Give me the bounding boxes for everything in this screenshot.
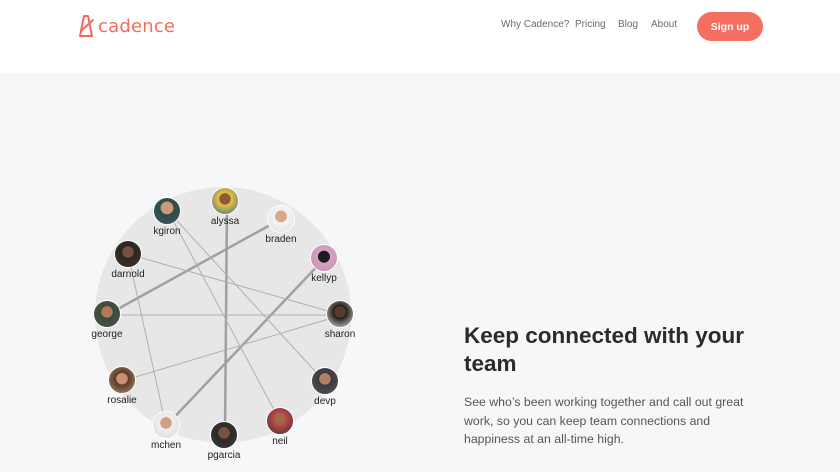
member-node[interactable]: pgarcia	[194, 421, 254, 462]
member-username: mchen	[150, 440, 181, 451]
member-username: george	[91, 329, 123, 340]
member-node[interactable]: neil	[250, 407, 310, 448]
member-node[interactable]: alyssa	[195, 187, 255, 228]
site-header: cadence Why Cadence? Pricing Blog About …	[0, 0, 840, 73]
member-node[interactable]: darnold	[98, 240, 158, 281]
avatar	[311, 367, 339, 395]
avatar	[153, 197, 181, 225]
member-username: kellyp	[311, 273, 337, 284]
member-node[interactable]: sharon	[310, 300, 370, 341]
avatar	[114, 240, 142, 268]
avatar	[326, 300, 354, 328]
member-node[interactable]: braden	[251, 205, 311, 246]
member-username: rosalie	[107, 395, 137, 406]
member-node[interactable]: kgiron	[137, 197, 197, 238]
hero-description: See who’s been working together and call…	[464, 395, 744, 446]
avatar	[210, 421, 238, 449]
member-node[interactable]: george	[77, 300, 137, 341]
member-node[interactable]: devp	[295, 367, 355, 408]
nav-blog[interactable]: Blog	[618, 19, 638, 30]
avatar	[152, 411, 180, 439]
member-username: darnold	[111, 269, 145, 280]
member-username: neil	[272, 436, 288, 447]
member-node[interactable]: rosalie	[92, 366, 152, 407]
member-username: alyssa	[210, 216, 240, 227]
member-node[interactable]: mchen	[136, 411, 196, 452]
member-username: pgarcia	[207, 450, 241, 461]
team-connection-graph: kgiron alyssa braden kellyp darnold geor…	[85, 175, 365, 465]
nav-about[interactable]: About	[651, 19, 677, 30]
hero-headline: Keep connected with your team	[464, 323, 745, 376]
nav-why-cadence[interactable]: Why Cadence?	[501, 19, 569, 30]
avatar	[310, 244, 338, 272]
avatar	[211, 187, 239, 215]
nav-pricing[interactable]: Pricing	[575, 19, 606, 30]
member-username: sharon	[324, 329, 356, 340]
avatar	[93, 300, 121, 328]
avatar	[266, 407, 294, 435]
signup-button[interactable]: Sign up	[697, 12, 763, 41]
avatar	[267, 205, 295, 233]
member-node[interactable]: kellyp	[294, 244, 354, 285]
member-username: kgiron	[153, 226, 181, 237]
avatar	[108, 366, 136, 394]
